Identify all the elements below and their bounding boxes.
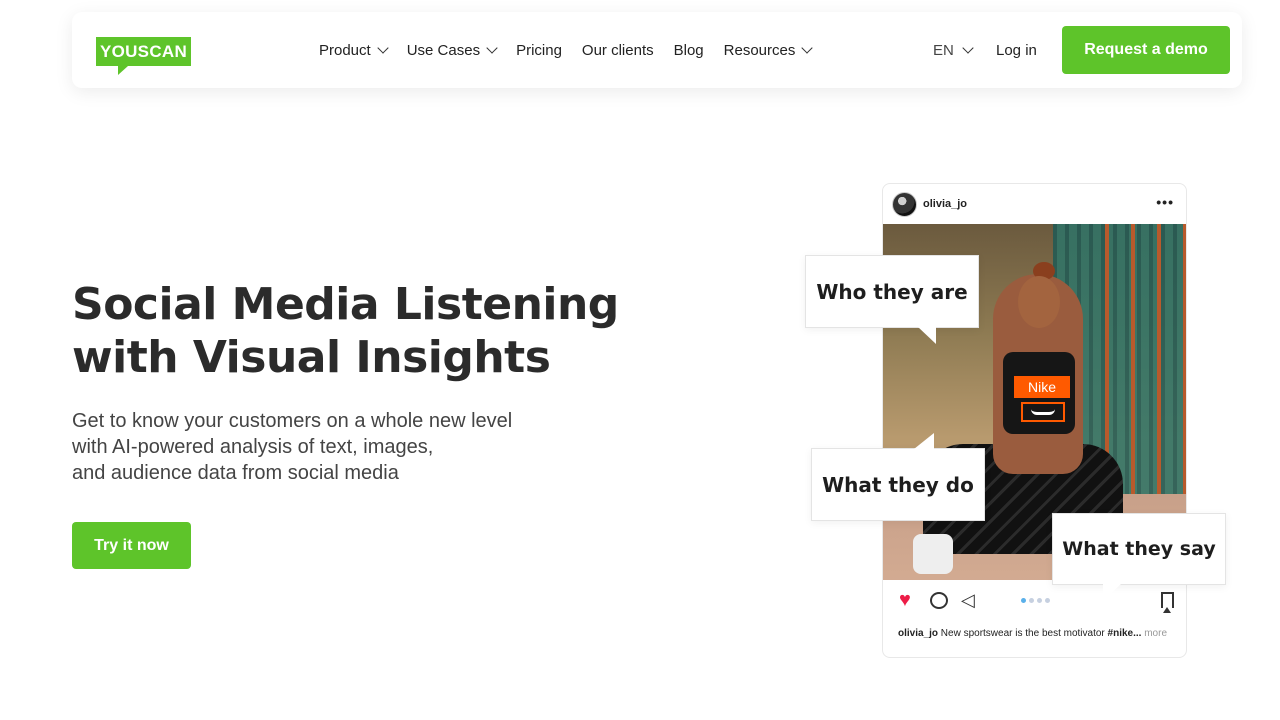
youscan-logo[interactable]: YOUSCAN: [96, 37, 191, 75]
hero-subtitle-line: with AI-powered analysis of text, images…: [72, 436, 434, 458]
more-options-icon: •••: [1156, 194, 1174, 210]
try-it-now-button[interactable]: Try it now: [72, 522, 191, 569]
bookmark-icon: [1161, 592, 1174, 613]
nav-pricing[interactable]: Pricing: [516, 42, 562, 59]
logo-speech-tail: [118, 66, 128, 75]
chevron-down-icon: [962, 42, 974, 54]
speech-bubble-what-say: What they say: [1052, 513, 1226, 601]
hero-subtitle-line: and audience data from social media: [72, 462, 399, 484]
nav-resources-label: Resources: [723, 41, 796, 59]
language-selector[interactable]: EN: [933, 12, 974, 88]
nav-resources[interactable]: Resources: [723, 41, 814, 59]
comment-icon: [930, 592, 948, 609]
request-demo-button[interactable]: Request a demo: [1062, 26, 1230, 74]
hero-title-line-1: Social Media Listening: [72, 279, 619, 330]
hero-title-line-2: with Visual Insights: [72, 332, 551, 383]
caption-text: New sportswear is the best motivator: [940, 628, 1105, 639]
login-link[interactable]: Log in: [996, 12, 1037, 88]
speech-bubble-what-do: What they do: [811, 433, 985, 521]
nav-use-cases[interactable]: Use Cases: [406, 41, 498, 59]
chevron-down-icon: [801, 42, 814, 54]
photo-shoe: [913, 534, 953, 574]
carousel-dots: [1021, 598, 1050, 603]
language-label: EN: [933, 41, 954, 59]
nav-our-clients[interactable]: Our clients: [582, 42, 654, 59]
avatar: [892, 192, 917, 217]
nav-blog-label: Blog: [673, 41, 704, 59]
swoosh-icon: [1031, 409, 1055, 415]
hero-title: Social Media Listening with Visual Insig…: [72, 278, 632, 384]
logo-detection-box: [1021, 402, 1065, 422]
nav-product-label: Product: [319, 41, 371, 59]
heart-icon: ♥: [899, 589, 911, 611]
hero-subtitle-line: Get to know your customers on a whole ne…: [72, 410, 513, 432]
chevron-down-icon: [486, 42, 498, 54]
logo-text: YOUSCAN: [96, 37, 191, 66]
post-header: olivia_jo •••: [883, 184, 1186, 224]
nav-our-clients-label: Our clients: [581, 41, 654, 59]
post-username: olivia_jo: [923, 198, 968, 210]
brand-tag-label: Nike: [1014, 376, 1070, 398]
speech-bubble-who: Who they are: [805, 255, 979, 344]
caption-username: olivia_jo: [898, 628, 939, 639]
nav-use-cases-label: Use Cases: [406, 41, 481, 59]
send-icon: ◁: [961, 590, 975, 610]
caption-hashtag: #nike...: [1107, 628, 1142, 639]
post-caption: olivia_jo New sportswear is the best mot…: [898, 628, 1183, 639]
nav-blog[interactable]: Blog: [674, 42, 704, 59]
chevron-down-icon: [377, 42, 389, 54]
site-header: YOUSCAN Product Use Cases Pricing Our cl…: [72, 12, 1242, 88]
nav-product[interactable]: Product: [319, 41, 389, 59]
nav-pricing-label: Pricing: [516, 41, 562, 59]
main-nav: Product Use Cases Pricing Our clients Bl…: [319, 12, 814, 88]
post-actions: ♥ ◁: [883, 584, 1186, 616]
photo-head: [1018, 276, 1060, 328]
caption-more: more: [1144, 628, 1168, 639]
hero-subtitle: Get to know your customers on a whole ne…: [72, 408, 592, 486]
